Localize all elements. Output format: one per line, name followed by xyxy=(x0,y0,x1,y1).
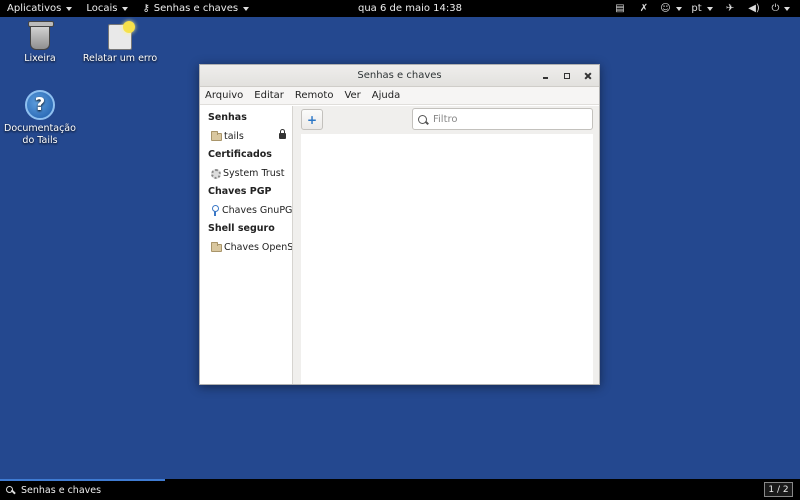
menu-file[interactable]: Arquivo xyxy=(202,90,246,101)
network-icon[interactable]: ✗ xyxy=(636,0,652,17)
key-icon xyxy=(211,205,220,216)
add-button[interactable]: + xyxy=(301,109,323,130)
chevron-down-icon xyxy=(243,6,250,11)
places-menu[interactable]: Locais xyxy=(79,0,135,17)
active-app-menu[interactable]: ⚷ Senhas e chaves xyxy=(135,0,256,17)
filter-input[interactable] xyxy=(433,113,583,125)
menu-help[interactable]: Ajuda xyxy=(369,90,403,101)
search-icon xyxy=(418,114,427,124)
menu-edit[interactable]: Editar xyxy=(251,90,287,101)
system-tray: ▤ ✗ ☺ pt ✈ ◀) ⏻ xyxy=(608,0,796,17)
sidebar-item-gnupg-keys[interactable]: Chaves GnuPG xyxy=(200,201,292,220)
clock[interactable]: qua 6 de maio 14:38 xyxy=(358,0,462,17)
window-controls xyxy=(541,65,593,87)
passwords-keys-window: Senhas e chaves Arquivo Editar Remoto Ve… xyxy=(199,64,600,385)
sidebar-item-label: Chaves GnuPG xyxy=(222,205,292,216)
language-menu[interactable]: pt xyxy=(690,0,714,17)
chevron-down-icon xyxy=(706,6,713,11)
bug-report-icon xyxy=(108,21,135,50)
chevron-down-icon xyxy=(122,6,129,11)
desktop-icon-report-bug[interactable]: Relatar um erro xyxy=(80,21,160,65)
folder-icon xyxy=(211,241,222,252)
sidebar-item-label: tails xyxy=(224,131,244,142)
sidebar-heading-pgp-keys: Chaves PGP xyxy=(208,186,272,197)
accessibility-icon: ☺ xyxy=(660,3,671,14)
power-icon: ⏻ xyxy=(771,3,780,14)
volume-icon[interactable]: ◀) xyxy=(746,0,762,17)
menu-view[interactable]: Ver xyxy=(341,90,363,101)
sidebar-heading-certificates: Certificados xyxy=(208,149,272,160)
window-body: Senhas tails Certificados System Trust C… xyxy=(200,106,599,384)
accessibility-menu[interactable]: ☺ xyxy=(660,0,682,17)
applications-menu[interactable]: Aplicativos xyxy=(0,0,79,17)
desktop-icon-tails-docs[interactable]: ? Documentação do Tails xyxy=(0,90,80,147)
chevron-down-icon xyxy=(675,6,682,11)
menu-remote[interactable]: Remoto xyxy=(292,90,337,101)
chevron-down-icon xyxy=(66,6,73,11)
taskbar-window-button[interactable]: Senhas e chaves xyxy=(0,479,165,500)
language-label: pt xyxy=(691,3,702,14)
active-app-label: Senhas e chaves xyxy=(153,3,239,14)
top-panel: Aplicativos Locais ⚷ Senhas e chaves qua… xyxy=(0,0,800,17)
desktop-icon-trash[interactable]: Lixeira xyxy=(0,21,80,65)
sidebar-item-openssh-keys[interactable]: Chaves OpenS... xyxy=(200,238,292,257)
certificate-icon xyxy=(211,168,221,179)
clock-label: qua 6 de maio 14:38 xyxy=(358,3,462,14)
close-icon[interactable] xyxy=(583,71,593,81)
desktop-icon-label: Documentação do Tails xyxy=(4,123,76,146)
filter-field[interactable] xyxy=(412,108,593,130)
trash-icon xyxy=(28,21,54,50)
sidebar-item-system-trust[interactable]: System Trust xyxy=(200,164,292,183)
bottom-panel: Senhas e chaves 1 / 2 xyxy=(0,479,800,500)
maximize-icon[interactable] xyxy=(562,71,572,81)
airplane-mode-icon[interactable]: ✈ xyxy=(722,0,738,17)
power-menu[interactable]: ⏻ xyxy=(770,0,792,17)
key-icon: ⚷ xyxy=(142,3,150,14)
sidebar-item-label: System Trust xyxy=(223,168,285,179)
sidebar-heading-passwords: Senhas xyxy=(208,112,247,123)
chevron-down-icon xyxy=(784,6,791,11)
workspace-label: 1 / 2 xyxy=(768,484,789,495)
toolbar: + xyxy=(293,106,599,134)
sidebar-item-tails[interactable]: tails xyxy=(200,127,292,146)
clipboard-icon[interactable]: ▤ xyxy=(612,0,628,17)
window-titlebar[interactable]: Senhas e chaves xyxy=(200,65,599,87)
key-icon xyxy=(6,485,16,496)
keyring-sidebar: Senhas tails Certificados System Trust C… xyxy=(200,106,293,384)
lock-icon[interactable] xyxy=(279,129,286,139)
places-menu-label: Locais xyxy=(86,3,118,14)
desktop-icon-label: Lixeira xyxy=(24,53,56,64)
help-icon: ? xyxy=(25,90,55,120)
sidebar-item-label: Chaves OpenS... xyxy=(224,242,292,253)
workspace-switcher[interactable]: 1 / 2 xyxy=(764,482,793,497)
sidebar-heading-secure-shell: Shell seguro xyxy=(208,223,275,234)
menubar: Arquivo Editar Remoto Ver Ajuda xyxy=(200,87,599,105)
desktop-icon-label: Relatar um erro xyxy=(82,53,158,64)
main-pane: + xyxy=(293,106,599,384)
applications-menu-label: Aplicativos xyxy=(7,3,62,14)
minimize-icon[interactable] xyxy=(541,71,551,81)
window-title: Senhas e chaves xyxy=(357,70,442,81)
folder-icon xyxy=(211,130,222,141)
taskbar-window-label: Senhas e chaves xyxy=(21,485,102,496)
items-list[interactable] xyxy=(301,134,593,384)
